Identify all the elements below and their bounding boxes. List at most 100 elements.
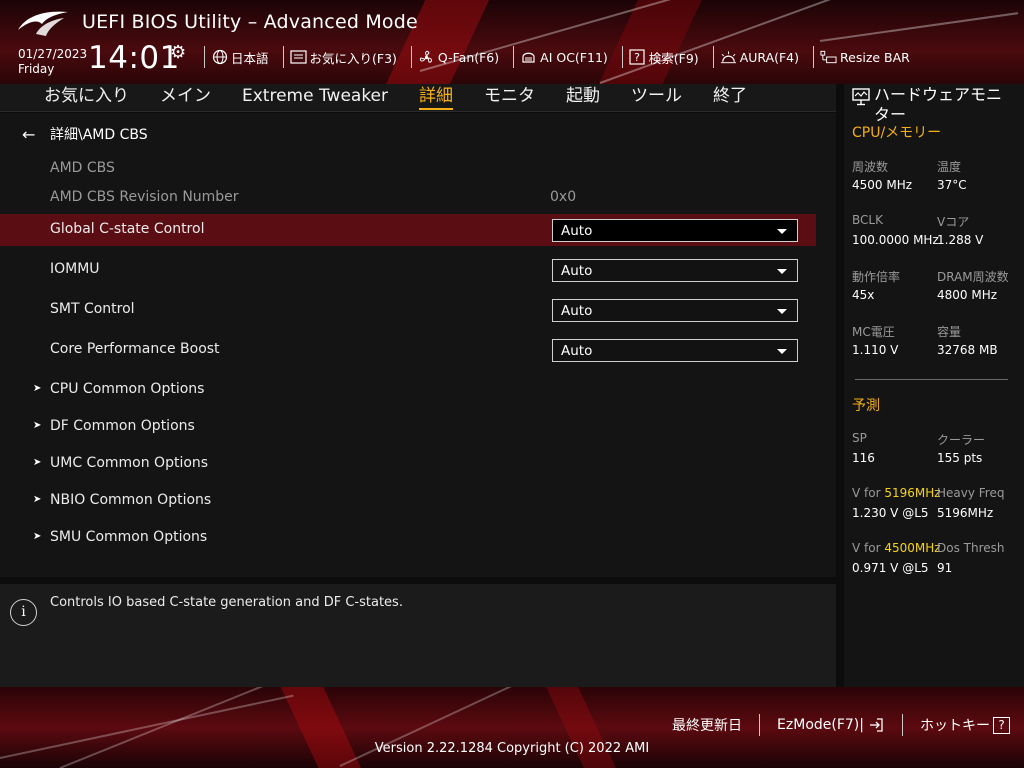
toolbar-separator [410,46,412,68]
info-icon: i [10,599,37,626]
hw-value: 1.288 V [937,233,984,247]
rog-logo-icon [18,11,68,36]
svg-text:?: ? [634,51,640,64]
hw-label: 容量 [937,325,962,339]
ezmode-label: EzMode(F7)| [777,717,864,733]
tab-favorites[interactable]: お気に入り [44,84,129,112]
hw-vfor-prefix: V for [852,541,885,555]
hw-value: 5196MHz [937,506,994,520]
gear-icon[interactable]: ⚙ [170,42,186,63]
setting-row-cpb[interactable]: Core Performance Boost Auto [0,334,816,366]
help-panel: i Controls IO based C-state generation a… [0,584,836,687]
global-cstate-dropdown[interactable]: Auto [552,219,798,242]
language-label: 日本語 [231,50,269,66]
toolbar-separator [282,46,284,68]
hw-value: 100.0000 MHz [852,233,939,247]
back-arrow-icon[interactable]: ← [22,125,44,144]
settings-panel: ← 詳細\AMD CBS AMD CBS AMD CBS Revision Nu… [0,113,836,577]
setting-label: Global C-state Control [50,221,205,237]
hw-vfor-label: V for 4500MHz [852,541,941,555]
hw-label: MC電圧 [852,325,895,339]
submenu-nbio-common-options[interactable]: ➤ NBIO Common Options [0,486,816,516]
tab-extreme-tweaker[interactable]: Extreme Tweaker [242,84,388,112]
search-label: 検索(F9) [648,50,699,66]
version-text: Version 2.22.1284 Copyright (C) 2022 AMI [374,741,650,756]
header-bar: UEFI BIOS Utility – Advanced Mode 01/27/… [0,0,1024,84]
section-title: AMD CBS [50,160,115,176]
favorites-icon [289,49,307,66]
hw-divider [855,379,1008,380]
favorites-label: お気に入り(F3) [309,50,397,66]
hw-label: SP [852,431,867,445]
hw-vfor-freq: 4500MHz [884,541,941,555]
chevron-right-icon: ➤ [33,531,42,542]
setting-label: IOMMU [50,261,100,277]
ai-oc-label: AI OC(F11) [540,49,608,65]
tab-exit[interactable]: 終了 [713,84,747,112]
hw-value: 155 pts [937,451,983,465]
chevron-down-icon [777,349,787,354]
submenu-cpu-common-options[interactable]: ➤ CPU Common Options [0,375,816,405]
toolbar-separator [712,46,714,68]
tab-advanced[interactable]: 詳細 [419,84,454,112]
language-button[interactable]: 日本語 [211,48,269,67]
hw-vfor-freq: 5196MHz [884,486,941,500]
resize-bar-label: Resize BAR [840,49,910,65]
revision-row: AMD CBS Revision Number 0x0 [0,182,816,214]
search-button[interactable]: ? 検索(F9) [629,48,699,67]
setting-row-iommu[interactable]: IOMMU Auto [0,254,816,286]
hw-label: クーラー [937,433,986,447]
footer-actions: 最終更新日 EzMode(F7)| ホットキー ? [672,714,1010,736]
dropdown-value: Auto [561,223,593,239]
submenu-label: CPU Common Options [50,381,205,397]
tab-boot[interactable]: 起動 [566,84,600,112]
toolbar-separator [621,46,623,68]
hw-cpu-section-title: CPU/メモリー [852,125,942,141]
submenu-label: NBIO Common Options [50,492,212,508]
hw-value: 91 [937,561,953,575]
dropdown-value: Auto [561,303,593,319]
dropdown-value: Auto [561,343,593,359]
chevron-right-icon: ➤ [33,457,42,468]
submenu-umc-common-options[interactable]: ➤ UMC Common Options [0,449,816,479]
hw-value: 1.230 V @L5 [852,506,929,520]
chevron-right-icon: ➤ [33,420,42,431]
setting-row-smt[interactable]: SMT Control Auto [0,294,816,326]
tab-monitor[interactable]: モニタ [484,84,535,112]
submenu-label: DF Common Options [50,418,195,434]
toolbar-separator [513,46,515,68]
ezmode-button[interactable]: EzMode(F7)| [777,716,885,734]
help-text: Controls IO based C-state generation and… [50,595,403,610]
hw-vfor-prefix: V for [852,486,885,500]
setting-row-global-cstate[interactable]: Global C-state Control Auto [0,214,816,246]
iommu-dropdown[interactable]: Auto [552,259,798,282]
core-performance-boost-dropdown[interactable]: Auto [552,339,798,362]
last-modified-button[interactable]: 最終更新日 [672,715,742,735]
aura-icon [720,49,737,66]
ai-oc-button[interactable]: AI OC(F11) [520,49,608,66]
submenu-smu-common-options[interactable]: ➤ SMU Common Options [0,523,816,553]
submenu-df-common-options[interactable]: ➤ DF Common Options [0,412,816,442]
smt-control-dropdown[interactable]: Auto [552,299,798,322]
hotkeys-button[interactable]: ホットキー ? [920,715,1010,735]
hw-value: 32768 MB [937,343,998,357]
header-decor-stripe [819,12,1019,42]
aura-button[interactable]: AURA(F4) [720,49,799,66]
hw-label: 周波数 [852,160,889,174]
breadcrumb[interactable]: ← 詳細\AMD CBS [22,124,148,144]
footer-separator [759,714,761,736]
hardware-monitor-panel: ハードウェアモニター CPU/メモリー 周波数 温度 4500 MHz 37°C… [844,84,1024,687]
favorites-button[interactable]: お気に入り(F3) [289,48,397,67]
ai-oc-icon [520,49,537,66]
help-search-icon: ? [629,49,646,66]
hotkeys-glyph: ? [998,718,1005,732]
qfan-button[interactable]: Q-Fan(F6) [418,49,499,66]
submenu-label: UMC Common Options [50,455,209,471]
resize-bar-button[interactable]: Resize BAR [820,49,910,66]
section-title-row: AMD CBS [0,153,816,185]
hw-title: ハードウェアモニター [874,85,1003,124]
tab-main[interactable]: メイン [160,84,211,112]
revision-value: 0x0 [550,189,577,205]
tab-tool[interactable]: ツール [631,84,682,112]
globe-icon [211,49,228,66]
